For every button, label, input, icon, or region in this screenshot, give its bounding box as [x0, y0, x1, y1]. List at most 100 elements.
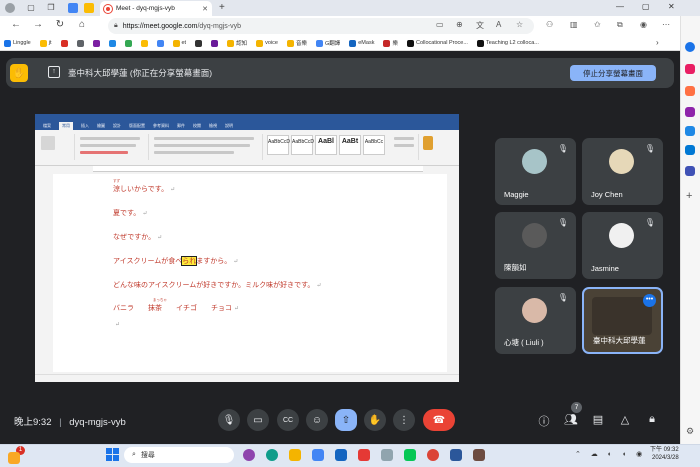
bookmark-item[interactable]: Teaching L2 colloca... — [476, 39, 539, 47]
more-options-button[interactable]: ⋮ — [393, 409, 415, 431]
collections-icon[interactable]: ⧉ — [617, 20, 623, 30]
bookmark-item[interactable]: Collocational Proce... — [406, 39, 468, 47]
forward-icon[interactable]: → — [32, 19, 44, 30]
participant-tile[interactable]: 🎙︎ Jasmine — [582, 212, 663, 279]
word-title-bar — [35, 114, 459, 122]
participant-avatar — [609, 149, 634, 174]
photos-icon[interactable] — [381, 449, 393, 461]
bookmark-item[interactable]: Linggle — [4, 39, 31, 47]
mic-button[interactable]: 🎙︎ — [218, 409, 240, 431]
tab-actions-icon[interactable]: ❐ — [46, 3, 56, 13]
bookmark-item[interactable]: jt — [39, 39, 52, 47]
sidebar-add-icon[interactable]: + — [686, 190, 692, 202]
sidebar-settings-icon[interactable]: ⚙ — [686, 426, 694, 437]
participant-tile[interactable]: 🎙︎ 陳韻如 — [495, 212, 576, 279]
close-tab-icon[interactable]: ✕ — [202, 5, 208, 13]
back-icon[interactable]: ← — [10, 19, 22, 30]
participant-tile-self[interactable]: ••• 臺中科大邱學蓮 — [582, 287, 663, 354]
emoji-button[interactable]: ☺ — [306, 409, 328, 431]
bookmark-item[interactable] — [140, 39, 148, 47]
bookmark-item[interactable] — [211, 39, 219, 47]
bookmark-item[interactable] — [108, 39, 116, 47]
reload-icon[interactable]: ↻ — [54, 19, 66, 30]
camera-in-use-icon[interactable]: ▭ — [436, 20, 444, 29]
meeting-details-icon[interactable]: ⓘ — [537, 413, 551, 429]
menu-dots-icon[interactable]: ⋯ — [662, 20, 670, 29]
file-explorer-icon[interactable] — [289, 449, 301, 461]
camera-button[interactable]: ▭ — [247, 409, 269, 431]
captions-button[interactable]: CC — [277, 409, 299, 431]
bookmark-folder[interactable]: voice — [256, 39, 278, 47]
sidebar-outlook-icon[interactable] — [685, 145, 695, 155]
bookmark-item[interactable]: 樂 — [383, 39, 398, 47]
participant-tile[interactable]: 🎙︎ 心塘 ( Liuli ) — [495, 287, 576, 354]
bookmark-item[interactable]: G翻譯 — [315, 39, 340, 47]
bookmark-item[interactable]: eMask — [349, 39, 374, 47]
mail-icon[interactable] — [335, 449, 347, 461]
read-aloud-icon[interactable]: A — [496, 20, 501, 29]
favorites-icon[interactable]: ✩ — [594, 20, 601, 29]
new-tab-icon[interactable]: + — [219, 2, 225, 13]
bookmark-item[interactable] — [92, 39, 100, 47]
minimize-icon[interactable]: — — [616, 2, 624, 11]
lock-icon[interactable]: 🔒︎ — [114, 22, 118, 30]
bookmark-item[interactable] — [124, 39, 132, 47]
meeting-info: 晚上9:32 | dyq-mgjs-vyb — [14, 417, 126, 428]
copilot-icon[interactable] — [243, 449, 255, 461]
background-tab-icon-2[interactable] — [84, 3, 94, 13]
profile-icon[interactable]: ◉ — [640, 20, 647, 29]
sidebar-search-icon[interactable] — [685, 42, 695, 52]
maximize-icon[interactable]: ▢ — [642, 2, 650, 11]
profile-avatar[interactable] — [5, 3, 15, 13]
bookmark-folder[interactable]: et — [172, 39, 186, 47]
chat-icon[interactable]: ▤ — [591, 413, 605, 426]
word-icon[interactable] — [450, 449, 462, 461]
widgets-icon[interactable] — [8, 452, 20, 464]
bookmark-folder[interactable]: 認知 — [227, 39, 247, 47]
background-tab-icon[interactable] — [68, 3, 78, 13]
participant-tile[interactable]: 🎙︎ Maggie — [495, 138, 576, 205]
home-icon[interactable]: ⌂ — [76, 19, 88, 30]
bookmark-item[interactable] — [195, 39, 203, 47]
sidebar-copilot-icon[interactable] — [685, 126, 695, 136]
chrome-icon[interactable] — [427, 449, 439, 461]
taskbar-search[interactable]: ⌕ 搜尋 — [124, 447, 234, 463]
edge-sidebar — [680, 16, 700, 444]
sidebar-shopping-icon[interactable] — [685, 64, 695, 74]
activities-icon[interactable]: △ — [618, 413, 632, 426]
participant-avatar — [522, 149, 547, 174]
people-icon[interactable]: 👥︎ — [564, 413, 578, 426]
extensions-icon[interactable]: ⚇ — [546, 20, 553, 29]
stop-presenting-button[interactable]: 停止分享螢幕畫面 — [570, 65, 656, 81]
host-controls-icon[interactable]: 🔒︎ — [645, 413, 659, 426]
app-icon[interactable] — [358, 449, 370, 461]
present-button[interactable]: ⇧ — [335, 409, 357, 431]
split-screen-icon[interactable]: ▥ — [570, 20, 578, 29]
start-icon[interactable] — [106, 448, 119, 461]
workspaces-icon[interactable]: ▢ — [26, 3, 36, 13]
sidebar-send-icon[interactable] — [685, 166, 695, 176]
translate-icon[interactable]: 文 — [476, 20, 484, 31]
taskbar-clock[interactable]: 下午 09:32 2024/3/28 — [650, 446, 679, 462]
raise-hand-button[interactable]: ✋ — [364, 409, 386, 431]
zoom-icon[interactable]: ⊕ — [456, 20, 463, 29]
bookmarks-overflow-icon[interactable]: › — [656, 38, 659, 47]
participant-tile[interactable]: 🎙︎ Joy Chen — [582, 138, 663, 205]
bookmark-item[interactable] — [76, 39, 84, 47]
address-bar[interactable]: 🔒︎ https://meet.google.com/dyq-mgjs-vyb — [108, 18, 534, 34]
edge-icon[interactable] — [266, 449, 278, 461]
bookmark-item[interactable] — [60, 39, 68, 47]
system-tray[interactable]: ⌃ ☁ ◐ ◖ ◉ — [575, 450, 646, 458]
line-icon[interactable] — [404, 449, 416, 461]
leave-call-button[interactable]: ☎ — [423, 409, 455, 431]
close-window-icon[interactable]: ✕ — [668, 2, 675, 11]
tab-meet[interactable]: Meet - dyq-mgjs-vyb ✕ — [100, 1, 212, 16]
bookmark-folder[interactable]: 音樂 — [286, 39, 307, 47]
sidebar-tools-icon[interactable] — [685, 86, 695, 96]
more-options-icon[interactable]: ••• — [643, 294, 656, 307]
favorite-star-icon[interactable]: ☆ — [516, 20, 523, 29]
sidebar-games-icon[interactable] — [685, 107, 695, 117]
app-icon-2[interactable] — [473, 449, 485, 461]
store-icon[interactable] — [312, 449, 324, 461]
bookmark-item[interactable] — [156, 39, 164, 47]
